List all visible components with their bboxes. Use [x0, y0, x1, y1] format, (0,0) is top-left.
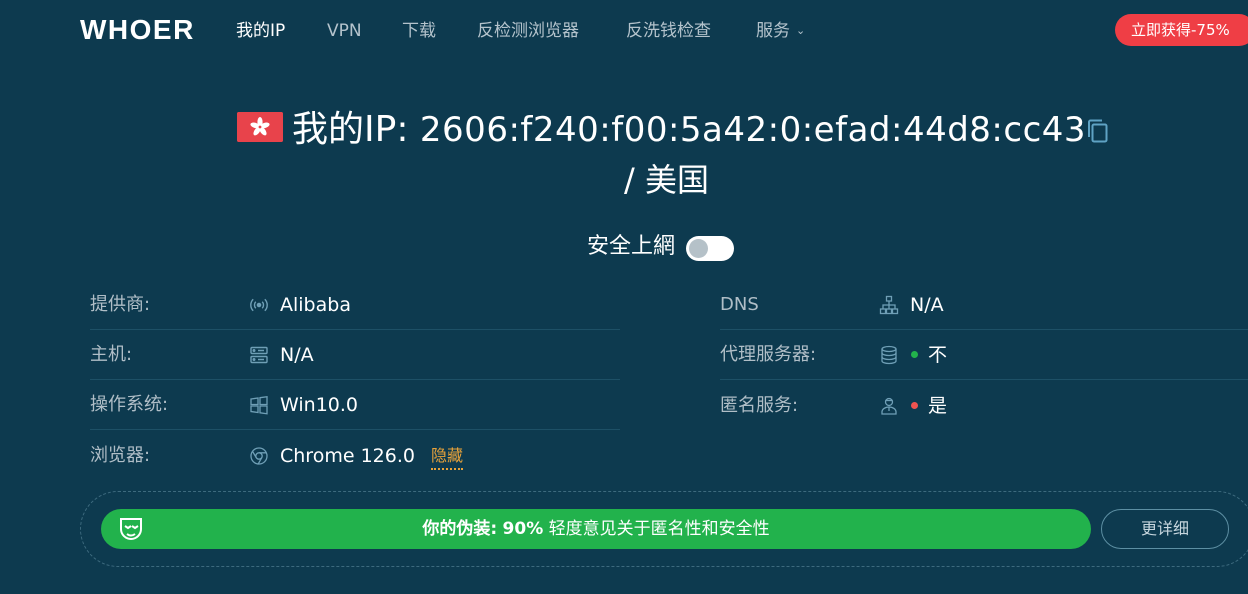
browser-value: Chrome 126.0	[280, 445, 415, 467]
nav-vpn[interactable]: VPN	[327, 19, 362, 43]
provider-label: 提供商:	[90, 294, 151, 315]
database-icon	[879, 345, 899, 365]
host-label: 主机:	[90, 344, 133, 365]
anonymizer-label: 匿名服务:	[720, 395, 799, 416]
windows-icon	[249, 395, 269, 415]
nav-my-ip[interactable]: 我的IP	[236, 19, 285, 43]
anonymizer-value: 是	[928, 395, 948, 417]
logo[interactable]: WHOER	[80, 14, 195, 46]
hide-link[interactable]: 隐藏	[431, 444, 464, 470]
row-divider	[90, 329, 620, 330]
ip-heading: 我的IP: 2606:f240:f00:5a42:0:efad:44d8:cc4…	[292, 104, 1086, 156]
proxy-value: 不	[928, 344, 948, 366]
disguise-text: 你的伪装: 90% 轻度意见关于匿名性和安全性	[101, 509, 1091, 549]
disguise-bar: 你的伪装: 90% 轻度意见关于匿名性和安全性	[101, 509, 1091, 549]
os-label: 操作系统:	[90, 394, 169, 415]
wifi-signal-icon	[249, 295, 269, 315]
row-divider	[720, 329, 1248, 330]
ip-country: / 美国	[624, 161, 709, 199]
secure-browsing-label: 安全上網	[587, 234, 676, 259]
browser-label: 浏览器:	[90, 445, 151, 466]
row-divider	[90, 379, 620, 380]
nav-aml-check[interactable]: 反洗钱检查	[626, 19, 711, 43]
host-value: N/A	[280, 344, 314, 366]
copy-icon[interactable]	[1085, 117, 1111, 145]
nav-download[interactable]: 下载	[402, 19, 436, 43]
proxy-status-dot	[911, 351, 918, 358]
ip-address[interactable]: 2606:f240:f00:5a42:0:efad:44d8:cc43	[420, 110, 1086, 150]
secure-browsing-toggle[interactable]	[686, 236, 734, 261]
dns-value: N/A	[910, 294, 944, 316]
provider-value: Alibaba	[280, 294, 351, 316]
details-button[interactable]: 更详细	[1101, 509, 1229, 549]
network-icon	[879, 295, 899, 315]
os-value: Win10.0	[280, 394, 358, 416]
user-icon	[879, 396, 899, 416]
chevron-down-icon: ⌄	[796, 24, 806, 37]
disguise-percent: 90%	[502, 519, 544, 539]
chrome-icon	[249, 446, 269, 466]
row-divider	[720, 379, 1248, 380]
nav-services[interactable]: 服务 ⌄	[756, 19, 805, 45]
row-divider	[90, 429, 620, 430]
promo-button[interactable]: 立即获得-75%	[1115, 14, 1248, 46]
proxy-label: 代理服务器:	[720, 344, 817, 365]
nav-antidetect-browser[interactable]: 反检测浏览器	[477, 19, 579, 43]
anonymizer-status-dot	[911, 402, 918, 409]
hong-kong-flag-icon	[237, 112, 283, 142]
ip-label: 我的IP:	[292, 109, 409, 150]
page: WHOER 我的IP VPN 下载 反检测浏览器 反洗钱检查 服务 ⌄ 立即获得-…	[0, 0, 1248, 594]
dns-label: DNS	[720, 294, 759, 315]
toggle-knob	[689, 239, 708, 258]
nav-services-label: 服务	[756, 21, 790, 41]
disguise-prefix: 你的伪装:	[422, 519, 498, 539]
server-icon	[249, 345, 269, 365]
disguise-description: 轻度意见关于匿名性和安全性	[548, 519, 770, 539]
